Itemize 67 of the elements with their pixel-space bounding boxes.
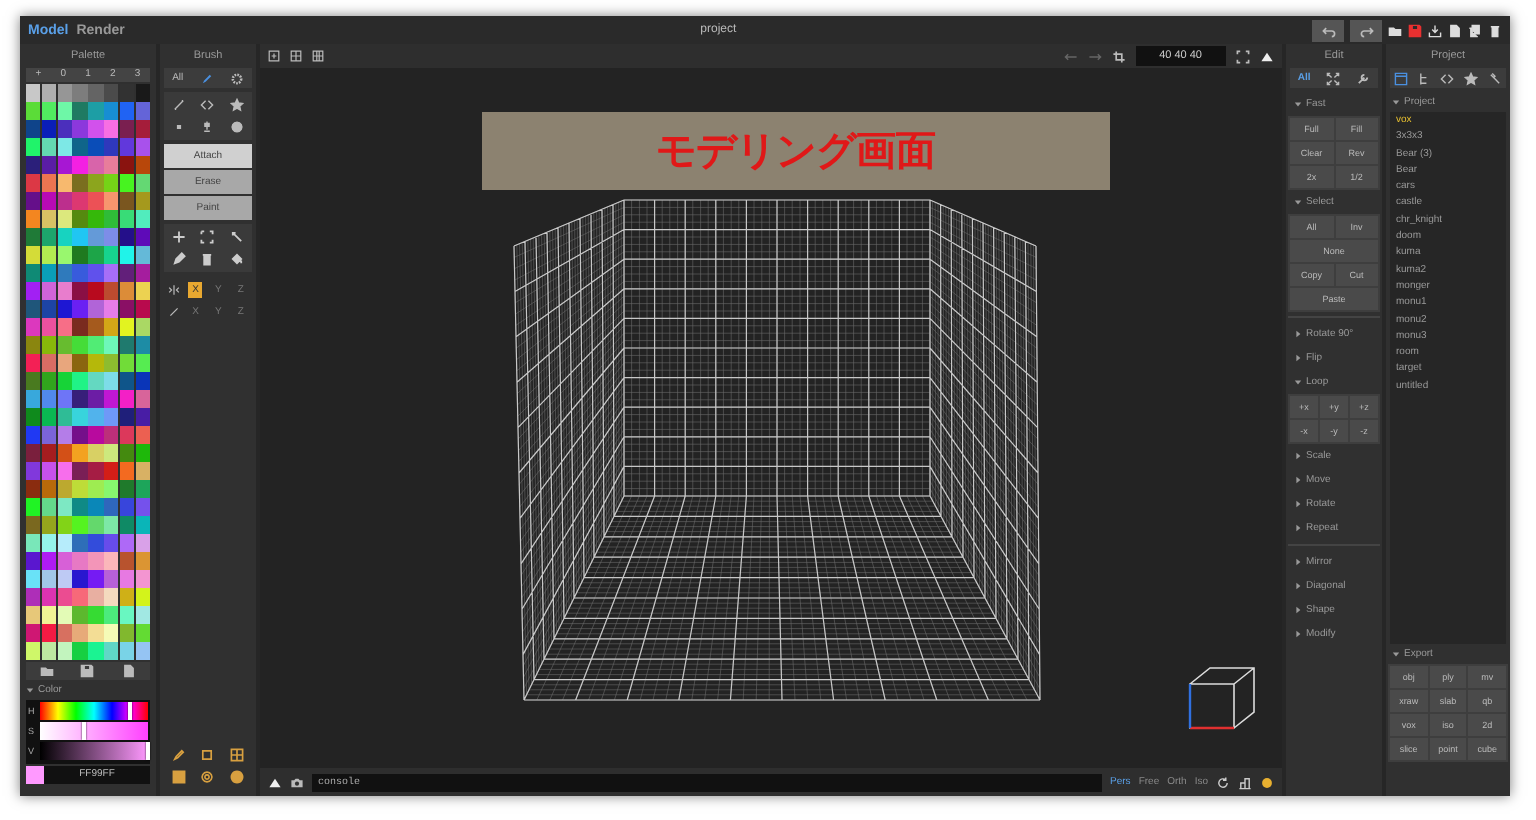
redo-button[interactable] (1350, 19, 1382, 41)
caret-icon[interactable] (1294, 330, 1302, 338)
caret-icon[interactable] (1392, 650, 1400, 658)
code-icon[interactable] (200, 98, 215, 112)
gear-icon[interactable] (229, 71, 244, 85)
pencil-icon[interactable] (171, 748, 186, 762)
color-slider[interactable] (40, 721, 148, 741)
line-icon[interactable] (171, 98, 186, 112)
caret-icon[interactable] (1294, 476, 1302, 484)
caret-icon[interactable] (1392, 98, 1400, 106)
camera-icon[interactable] (290, 775, 304, 789)
slider-thumb[interactable] (127, 701, 132, 720)
orientation-cube-icon[interactable] (1188, 667, 1255, 730)
caret-icon[interactable] (1294, 606, 1302, 614)
save-icon[interactable] (80, 663, 95, 677)
caret-icon[interactable] (1294, 582, 1302, 590)
triangle-icon[interactable] (268, 775, 282, 789)
expand-icon[interactable] (1236, 49, 1250, 63)
file-icon[interactable] (122, 663, 137, 677)
wrench-icon[interactable] (1356, 71, 1371, 85)
caret-icon[interactable] (26, 685, 34, 693)
color-palette-drawing[interactable] (26, 84, 150, 659)
caret-icon[interactable] (1294, 500, 1302, 508)
undo-icon (1321, 23, 1335, 37)
expand-icon[interactable] (1326, 71, 1341, 85)
slider-thumb[interactable] (81, 721, 86, 741)
caret-icon[interactable] (1294, 558, 1302, 566)
code-icon[interactable] (1440, 71, 1455, 85)
selection-icon[interactable] (200, 230, 215, 244)
rotate-icon[interactable] (1216, 775, 1230, 789)
wand-icon[interactable] (230, 230, 245, 244)
crop-icon[interactable] (1111, 49, 1126, 63)
tree-icon[interactable] (1417, 71, 1432, 85)
sun-icon[interactable] (1260, 775, 1274, 789)
square-icon[interactable] (200, 748, 215, 762)
color-slider[interactable] (40, 701, 148, 720)
caret-icon[interactable] (1294, 378, 1302, 386)
copy-icon[interactable] (1468, 23, 1482, 37)
triangle-icon[interactable] (1260, 49, 1274, 63)
redo-icon (1359, 23, 1373, 37)
undo-button[interactable] (1312, 19, 1344, 41)
caret-icon[interactable] (1294, 354, 1302, 362)
move-icon[interactable] (171, 230, 186, 244)
bucket-icon[interactable] (230, 252, 245, 266)
trash-icon[interactable] (1488, 23, 1502, 37)
pencil-icon[interactable] (199, 71, 214, 85)
wrench-icon[interactable] (1487, 71, 1502, 85)
caret-icon[interactable] (1294, 524, 1302, 532)
banner-title: モデリング画面 (656, 124, 936, 178)
trash-icon[interactable] (200, 252, 215, 266)
export-icon[interactable] (1428, 23, 1442, 37)
star-icon[interactable] (1464, 71, 1479, 85)
caret-icon[interactable] (1294, 198, 1302, 206)
caret-icon[interactable] (1294, 630, 1302, 638)
star-icon[interactable] (230, 98, 245, 112)
caret-icon[interactable] (1294, 452, 1302, 460)
color-slider[interactable] (40, 742, 148, 761)
save-icon[interactable] (1408, 23, 1422, 37)
current-color-swatch (26, 765, 44, 783)
diagonal-line-icon (168, 305, 181, 317)
caret-icon[interactable] (1294, 100, 1302, 108)
file-icon[interactable] (1448, 23, 1462, 37)
mirror-icon (168, 283, 181, 295)
frame-icon[interactable] (268, 50, 280, 62)
pin-icon[interactable] (200, 120, 215, 134)
layers-icon[interactable] (1238, 775, 1252, 789)
pen-icon[interactable] (171, 252, 186, 266)
